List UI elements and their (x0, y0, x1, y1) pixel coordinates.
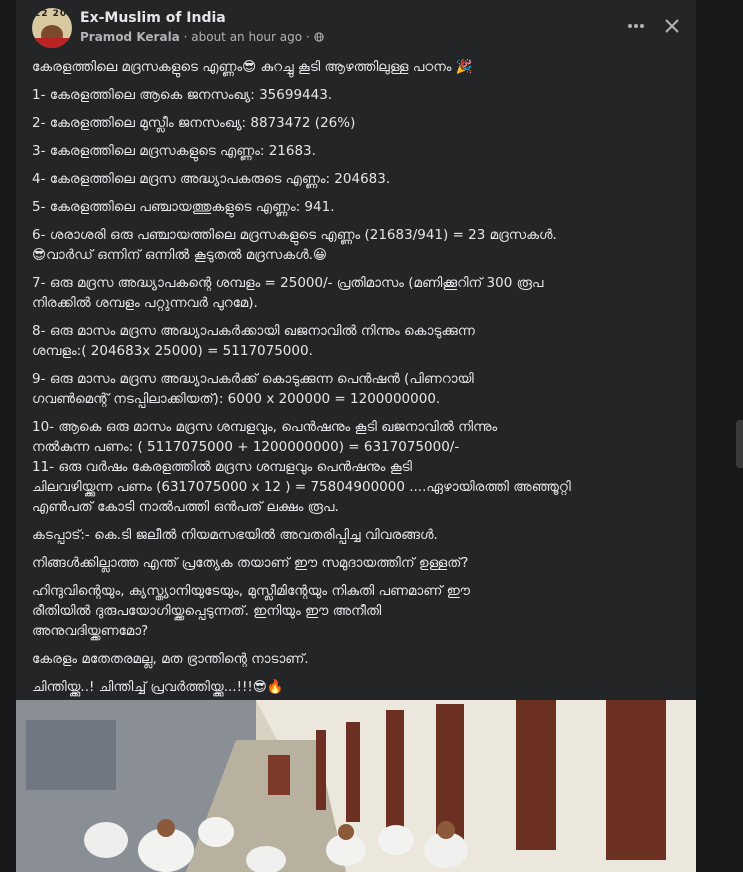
avatar-band (32, 38, 72, 48)
post-paragraph: 11- ഒരു വർഷം കേരളത്തിൽ മദ്രസ ശമ്പളവും പെ… (32, 459, 571, 515)
meta-separator-2: · (305, 30, 310, 44)
group-avatar[interactable]: 22 20 (32, 8, 72, 48)
post-meta: Pramod Kerala · about an hour ago · (80, 30, 324, 44)
close-icon (665, 19, 679, 33)
photo-illustration (16, 700, 696, 872)
globe-icon (313, 32, 324, 42)
more-options-button[interactable] (622, 12, 650, 40)
post-paragraph: 4- കേരളത്തിലെ മദ്രസ അദ്ധ്യാപകരുടെ എണ്ണം:… (32, 171, 391, 187)
more-options-icon (628, 24, 644, 28)
post-paragraph: 1- കേരളത്തിലെ ആകെ ജനസംഖ്യ: 35699443. (32, 87, 333, 103)
post-timestamp[interactable]: about an hour ago (191, 30, 302, 44)
post-paragraph: 2- കേരളത്തിലെ മുസ്ലീം ജനസംഖ്യ: 8873472 (… (32, 115, 356, 131)
post-paragraph: കേരളത്തിലെ മദ്രസകളുടെ എണ്ണം😎 കുറച്ചു കൂട… (32, 59, 473, 75)
post-paragraph: 5- കേരളത്തിലെ പഞ്ചായത്തുകളുടെ എണ്ണം: 941… (32, 199, 335, 215)
post-photo[interactable] (16, 700, 696, 872)
author-link[interactable]: Pramod Kerala (80, 30, 180, 44)
post-paragraph: 10- ആകെ ഒരു മാസം മദ്രസ ശമ്പളവും, പെൻഷനും… (32, 419, 498, 455)
meta-separator: · (183, 30, 188, 44)
post-paragraph: 7- ഒരു മദ്രസ അദ്ധ്യാപകന്റെ ശമ്പളം = 2500… (32, 275, 544, 311)
post-paragraph: ചിന്തിയ്ക്കു..! ചിന്തിച്ച് പ്രവർത്തിയ്ക്… (32, 679, 284, 695)
post-paragraph: 9- ഒരു മാസം മദ്രസ അദ്ധ്യാപകർക്ക് കൊടുക്ക… (32, 371, 474, 407)
close-button[interactable] (658, 12, 686, 40)
post-paragraph: 8- ഒരു മാസം മദ്രസ അദ്ധ്യാപകർക്കായി ഖജനാവ… (32, 323, 475, 359)
post-paragraph: ഹിന്ദുവിന്റെയും, ക്യസ്ത്യാനിയുടേയും, മുസ… (32, 583, 470, 639)
post-header: 22 20 Ex-Muslim of India Pramod Kerala ·… (32, 8, 696, 48)
post-paragraph: 6- ശരാശരി ഒരു പഞ്ചായത്തിലെ മദ്രസകളുടെ എണ… (32, 227, 557, 263)
post-paragraph: നിങ്ങൾക്കില്ലാത്ത എന്ത് പ്രത്യേക തയാണ് ഈ… (32, 555, 469, 571)
scrollbar-handle[interactable] (736, 420, 743, 468)
post-paragraph: 3- കേരളത്തിലെ മദ്രസകളുടെ എണ്ണം: 21683. (32, 143, 316, 159)
group-name-link[interactable]: Ex-Muslim of India (80, 10, 226, 26)
post-paragraph: കടപ്പാട്:- കെ.ടി ജലീൽ നിയമസഭയിൽ അവതരിപ്പ… (32, 527, 438, 543)
post-paragraph: കേരളം മതേതരമല്ല, മത ഭ്രാന്തിന്റെ നാടാണ്. (32, 651, 309, 667)
post-card: 22 20 Ex-Muslim of India Pramod Kerala ·… (16, 0, 696, 872)
avatar-text: 22 20 (34, 9, 68, 19)
post-text: കേരളത്തിലെ മദ്രസകളുടെ എണ്ണം😎 കുറച്ചു കൂട… (32, 57, 692, 705)
